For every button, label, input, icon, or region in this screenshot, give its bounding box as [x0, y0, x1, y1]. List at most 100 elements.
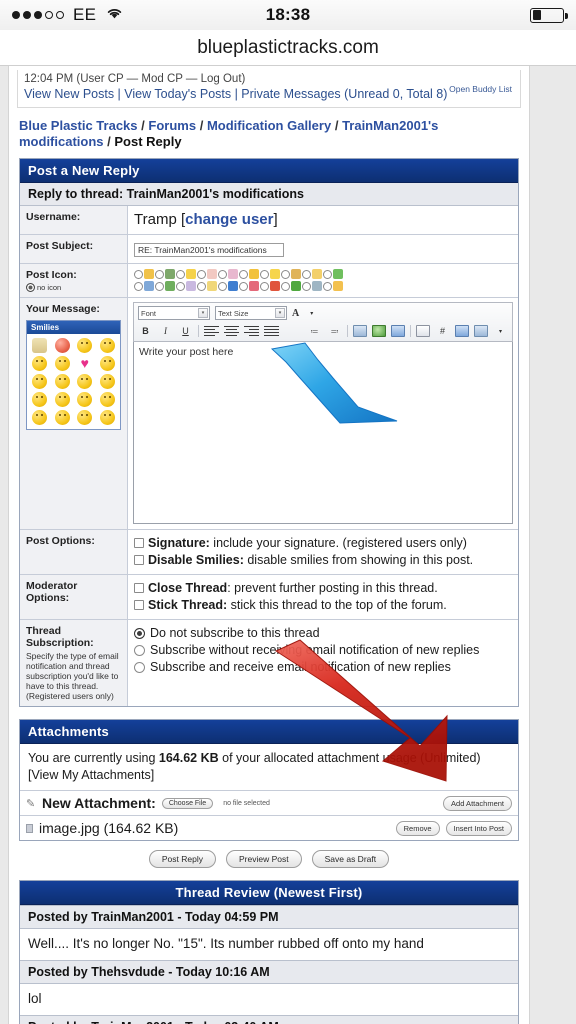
dizzy-smiley[interactable] — [54, 392, 70, 407]
post-icon-radio[interactable] — [155, 281, 164, 291]
post-icon-radio[interactable] — [155, 269, 164, 279]
subscribe-option-none[interactable]: Do not subscribe to this thread — [134, 625, 512, 642]
insert-image-icon[interactable] — [353, 325, 367, 337]
italic-button[interactable]: I — [158, 324, 173, 338]
font-size-select[interactable]: Text Size ▾ — [215, 306, 287, 320]
post-icon-radio[interactable] — [302, 281, 311, 291]
subscribe-email-radio[interactable] — [134, 662, 145, 673]
bold-button[interactable]: B — [138, 324, 153, 338]
undo-icon[interactable] — [455, 325, 469, 337]
preview-post-button[interactable]: Preview Post — [226, 850, 302, 868]
message-textarea[interactable]: Write your post here — [133, 342, 513, 524]
subscribe-option-email[interactable]: Subscribe and receive email notification… — [134, 659, 512, 676]
post-icon-image[interactable] — [228, 269, 238, 279]
insert-smiley-icon[interactable] — [372, 325, 386, 337]
post-icon-radio[interactable] — [176, 269, 185, 279]
heart-smiley[interactable]: ♥ — [77, 356, 92, 371]
post-icon-image[interactable] — [144, 269, 154, 279]
post-icon-radio[interactable] — [281, 269, 290, 279]
post-icon-radio[interactable] — [302, 269, 311, 279]
post-icon-image[interactable] — [312, 281, 322, 291]
insert-quote-icon[interactable] — [416, 325, 430, 337]
font-family-select[interactable]: Font ▾ — [138, 306, 210, 320]
sad-smiley[interactable] — [32, 356, 48, 371]
subscribe-option-no-email[interactable]: Subscribe without receiving email notifi… — [134, 642, 512, 659]
ordered-list-icon[interactable]: ≔ — [307, 324, 322, 338]
breadcrumb-item-home[interactable]: Blue Plastic Tracks — [19, 118, 138, 133]
choose-file-button[interactable]: Choose File — [161, 797, 214, 809]
post-icon-image[interactable] — [228, 281, 238, 291]
breadcrumb-item-forums[interactable]: Forums — [148, 118, 196, 133]
post-icon-image[interactable] — [165, 281, 175, 291]
sleep-smiley[interactable] — [99, 410, 115, 425]
red-angry-smiley[interactable] — [54, 338, 70, 353]
color-dropdown-icon[interactable]: ▾ — [304, 306, 319, 320]
signature-checkbox[interactable] — [134, 538, 144, 548]
insert-code-icon[interactable]: # — [435, 324, 450, 338]
post-icon-radio[interactable] — [323, 281, 332, 291]
post-subject-input[interactable] — [134, 243, 284, 257]
post-icon-radio[interactable] — [197, 281, 206, 291]
post-icon-radio[interactable] — [239, 269, 248, 279]
subscribe-no-email-radio[interactable] — [134, 645, 145, 656]
user-nav-links[interactable]: View New Posts | View Today's Posts | Pr… — [24, 86, 514, 102]
close-thread-checkbox[interactable] — [134, 583, 144, 593]
option-stick-thread[interactable]: Stick Thread: stick this thread to the t… — [134, 597, 512, 614]
post-icon-radio[interactable] — [323, 269, 332, 279]
change-user-link[interactable]: change user — [185, 211, 273, 228]
post-icon-image[interactable] — [186, 269, 196, 279]
idea-smiley[interactable] — [32, 374, 48, 389]
option-disable-smilies[interactable]: Disable Smilies: disable smilies from sh… — [134, 552, 512, 569]
unordered-list-icon[interactable]: ≕ — [327, 324, 342, 338]
open-buddy-list-link[interactable]: Open Buddy List — [449, 84, 512, 94]
surprised-smiley[interactable] — [54, 356, 70, 371]
grin-smiley[interactable] — [32, 410, 48, 425]
post-icon-image[interactable] — [249, 269, 259, 279]
cool-smiley[interactable] — [32, 392, 48, 407]
post-icon-radio[interactable] — [176, 281, 185, 291]
tongue-smiley[interactable] — [77, 392, 93, 407]
subscribe-none-radio[interactable] — [134, 628, 145, 639]
post-icon-radio[interactable] — [218, 281, 227, 291]
post-icon-image[interactable] — [291, 281, 301, 291]
post-icon-image[interactable] — [144, 281, 154, 291]
shy-smiley[interactable] — [99, 374, 115, 389]
remove-attachment-button[interactable]: Remove — [395, 820, 440, 836]
disable-smilies-checkbox[interactable] — [134, 555, 144, 565]
option-signature[interactable]: Signature: include your signature. (regi… — [134, 535, 512, 552]
stick-thread-checkbox[interactable] — [134, 600, 144, 610]
post-icon-image[interactable] — [333, 269, 343, 279]
post-icon-radio[interactable] — [260, 281, 269, 291]
post-icon-image[interactable] — [165, 269, 175, 279]
save-as-draft-button[interactable]: Save as Draft — [311, 850, 390, 868]
add-attachment-button[interactable]: Add Attachment — [443, 795, 512, 811]
post-icon-radio[interactable] — [197, 269, 206, 279]
post-icon-radio[interactable] — [281, 281, 290, 291]
post-icon-image[interactable] — [312, 269, 322, 279]
post-reply-button[interactable]: Post Reply — [148, 850, 216, 868]
crown-smiley[interactable] — [99, 392, 115, 407]
post-icon-radio[interactable] — [239, 281, 248, 291]
breadcrumb-item-gallery[interactable]: Modification Gallery — [207, 118, 331, 133]
attach-icon[interactable] — [474, 325, 488, 337]
post-icon-image[interactable] — [249, 281, 259, 291]
cheer-smiley[interactable] — [99, 356, 115, 371]
post-icon-image[interactable] — [270, 281, 280, 291]
wink-smiley[interactable] — [54, 374, 70, 389]
align-justify-icon[interactable] — [264, 325, 279, 337]
post-icon-radio[interactable] — [134, 269, 143, 279]
mug-smiley[interactable] — [32, 338, 48, 353]
post-icon-image[interactable] — [207, 281, 217, 291]
underline-button[interactable]: U — [178, 324, 193, 338]
post-icon-image[interactable] — [291, 269, 301, 279]
text-color-icon[interactable]: A — [292, 308, 299, 319]
post-icon-radio[interactable] — [134, 281, 143, 291]
post-icon-image[interactable] — [207, 269, 217, 279]
insert-link-icon[interactable] — [391, 325, 405, 337]
option-close-thread[interactable]: Close Thread: prevent further posting in… — [134, 580, 512, 597]
insert-into-post-button[interactable]: Insert Into Post — [445, 820, 512, 836]
post-icon-radio[interactable] — [218, 269, 227, 279]
post-icon-none-radio[interactable] — [26, 283, 35, 292]
post-icon-radio[interactable] — [260, 269, 269, 279]
align-right-icon[interactable] — [244, 325, 259, 337]
